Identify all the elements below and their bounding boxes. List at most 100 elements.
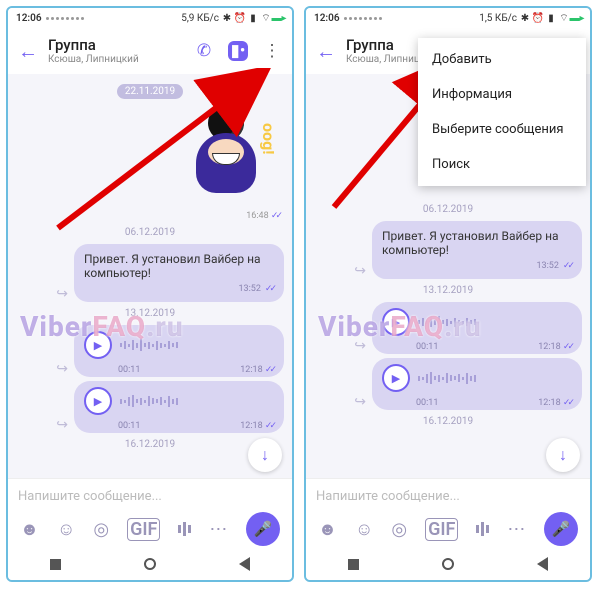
battery-icon: ▬▸ xyxy=(572,13,582,23)
phone-right: 12:06 1,5 КБ/с ✱ ⏰ ▮ ⌔ ▬▸ ← Группа Ксюша… xyxy=(304,6,592,582)
chat-title[interactable]: Группа xyxy=(48,37,184,54)
voice-message[interactable]: ▶ 00:11 12:18 ✓✓ xyxy=(372,358,582,410)
android-navbar xyxy=(8,548,292,580)
wifi-icon: ⌔ xyxy=(261,13,271,23)
voice-time: 12:18 xyxy=(240,365,262,375)
voice-time: 12:18 xyxy=(240,421,262,431)
date-separator: 06.12.2019 xyxy=(423,204,473,215)
message-time: 13:52 xyxy=(536,261,558,271)
wifi-icon: ⌔ xyxy=(559,13,569,23)
play-button[interactable]: ▶ xyxy=(84,387,112,415)
gif-icon[interactable]: GIF xyxy=(425,518,458,541)
camera-icon[interactable]: ◎ xyxy=(93,519,109,540)
sticker-message[interactable]: oog! xyxy=(174,103,284,213)
voice-message[interactable]: ▶ 00:11 12:18 ✓✓ xyxy=(74,381,284,433)
nav-recent-icon[interactable] xyxy=(50,559,61,570)
message-input[interactable]: Напишите сообщение... xyxy=(16,485,284,512)
scroll-down-button[interactable]: ↓ xyxy=(248,438,282,472)
menu-search[interactable]: Поиск xyxy=(418,147,586,182)
more-menu-icon[interactable]: ⋮ xyxy=(262,41,282,61)
forward-icon[interactable]: ↪ xyxy=(354,394,366,410)
alarm-icon: ⏰ xyxy=(235,13,245,23)
video-call-icon[interactable]: ▮• xyxy=(228,41,248,61)
status-time: 12:06 xyxy=(16,13,42,24)
read-checks-icon: ✓✓ xyxy=(265,421,274,431)
gallery-icon[interactable]: ☺ xyxy=(355,519,373,540)
alarm-icon: ⏰ xyxy=(533,13,543,23)
extras-icon[interactable]: ⋯ xyxy=(507,519,525,540)
waveform xyxy=(120,393,274,409)
date-separator: 16.12.2019 xyxy=(423,416,473,427)
forward-icon[interactable]: ↪ xyxy=(354,263,366,279)
date-separator: 06.12.2019 xyxy=(125,227,175,238)
message-text: Привет. Я установил Вайбер на компьютер! xyxy=(382,229,559,257)
back-icon[interactable]: ← xyxy=(18,39,38,64)
date-pill: 22.11.2019 xyxy=(117,84,183,99)
read-checks-icon: ✓✓ xyxy=(563,261,572,271)
text-message[interactable]: Привет. Я установил Вайбер на компьютер!… xyxy=(74,244,284,302)
date-separator: 16.12.2019 xyxy=(125,439,175,450)
read-checks-icon: ✓✓ xyxy=(265,365,274,375)
android-navbar xyxy=(306,548,590,580)
signal-icon: ▮ xyxy=(546,13,556,23)
forward-icon[interactable]: ↪ xyxy=(56,417,68,433)
message-time: 13:52 xyxy=(238,284,260,294)
sticker-picker-icon[interactable]: ☻ xyxy=(318,519,337,540)
composer: Напишите сообщение... ☻ ☺ ◎ GIF ⋯ 🎤 xyxy=(8,478,292,548)
back-icon[interactable]: ← xyxy=(316,39,336,64)
voice-duration: 00:11 xyxy=(416,342,438,352)
voice-duration: 00:11 xyxy=(416,398,438,408)
menu-info[interactable]: Информация xyxy=(418,77,586,112)
status-time: 12:06 xyxy=(314,13,340,24)
battery-icon: ▬▸ xyxy=(274,13,284,23)
nav-back-icon[interactable] xyxy=(537,557,548,571)
chat-header: ← Группа Ксюша, Липницкий ✆ ▮• ⋮ xyxy=(8,28,292,74)
forward-icon[interactable]: ↪ xyxy=(56,361,68,377)
nav-recent-icon[interactable] xyxy=(348,559,359,570)
play-button[interactable]: ▶ xyxy=(382,364,410,392)
more-attach-icon[interactable] xyxy=(178,521,191,537)
voice-time: 12:18 xyxy=(538,398,560,408)
watermark: ViberFAQ.ru xyxy=(318,310,482,343)
nav-home-icon[interactable] xyxy=(442,558,454,570)
more-attach-icon[interactable] xyxy=(476,521,489,537)
voice-record-button[interactable]: 🎤 xyxy=(544,512,578,546)
menu-select-messages[interactable]: Выберите сообщения xyxy=(418,112,586,147)
read-checks-icon: ✓✓ xyxy=(563,398,572,408)
signal-icon: ▮ xyxy=(248,13,258,23)
message-text: Привет. Я установил Вайбер на компьютер! xyxy=(84,252,261,280)
status-bar: 12:06 1,5 КБ/с ✱ ⏰ ▮ ⌔ ▬▸ xyxy=(306,8,590,28)
status-netspeed: 1,5 КБ/с xyxy=(479,13,517,24)
nav-back-icon[interactable] xyxy=(239,557,250,571)
date-separator: 13.12.2019 xyxy=(423,285,473,296)
scroll-down-button[interactable]: ↓ xyxy=(546,438,580,472)
chat-body: 22.11.2019 oog! 16:48 ✓✓ 06.12.2019 ↪ Пр… xyxy=(8,74,292,478)
status-bar: 12:06 5,9 КБ/с ✱ ⏰ ▮ ⌔ ▬▸ xyxy=(8,8,292,28)
menu-add[interactable]: Добавить xyxy=(418,42,586,77)
read-checks-icon: ✓✓ xyxy=(563,342,572,352)
bluetooth-icon: ✱ xyxy=(520,13,530,23)
sticker-picker-icon[interactable]: ☻ xyxy=(20,519,39,540)
phone-left: 12:06 5,9 КБ/с ✱ ⏰ ▮ ⌔ ▬▸ ← Группа Ксюша… xyxy=(6,6,294,582)
bluetooth-icon: ✱ xyxy=(222,13,232,23)
voice-duration: 00:11 xyxy=(118,365,140,375)
forward-icon[interactable]: ↪ xyxy=(56,286,68,302)
voice-duration: 00:11 xyxy=(118,421,140,431)
extras-icon[interactable]: ⋯ xyxy=(209,519,227,540)
sticker-side-label: oog! xyxy=(258,123,278,193)
gallery-icon[interactable]: ☺ xyxy=(57,519,75,540)
voice-call-icon[interactable]: ✆ xyxy=(194,41,214,61)
read-checks-icon: ✓✓ xyxy=(265,284,274,294)
voice-time: 12:18 xyxy=(538,342,560,352)
voice-record-button[interactable]: 🎤 xyxy=(246,512,280,546)
text-message[interactable]: Привет. Я установил Вайбер на компьютер!… xyxy=(372,221,582,279)
watermark: ViberFAQ.ru xyxy=(20,310,184,343)
gif-icon[interactable]: GIF xyxy=(127,518,160,541)
overflow-menu: Добавить Информация Выберите сообщения П… xyxy=(418,38,586,186)
chat-subtitle: Ксюша, Липницкий xyxy=(48,54,184,65)
camera-icon[interactable]: ◎ xyxy=(391,519,407,540)
waveform xyxy=(418,370,572,386)
nav-home-icon[interactable] xyxy=(144,558,156,570)
status-netspeed: 5,9 КБ/с xyxy=(181,13,219,24)
message-input[interactable]: Напишите сообщение... xyxy=(314,485,582,512)
